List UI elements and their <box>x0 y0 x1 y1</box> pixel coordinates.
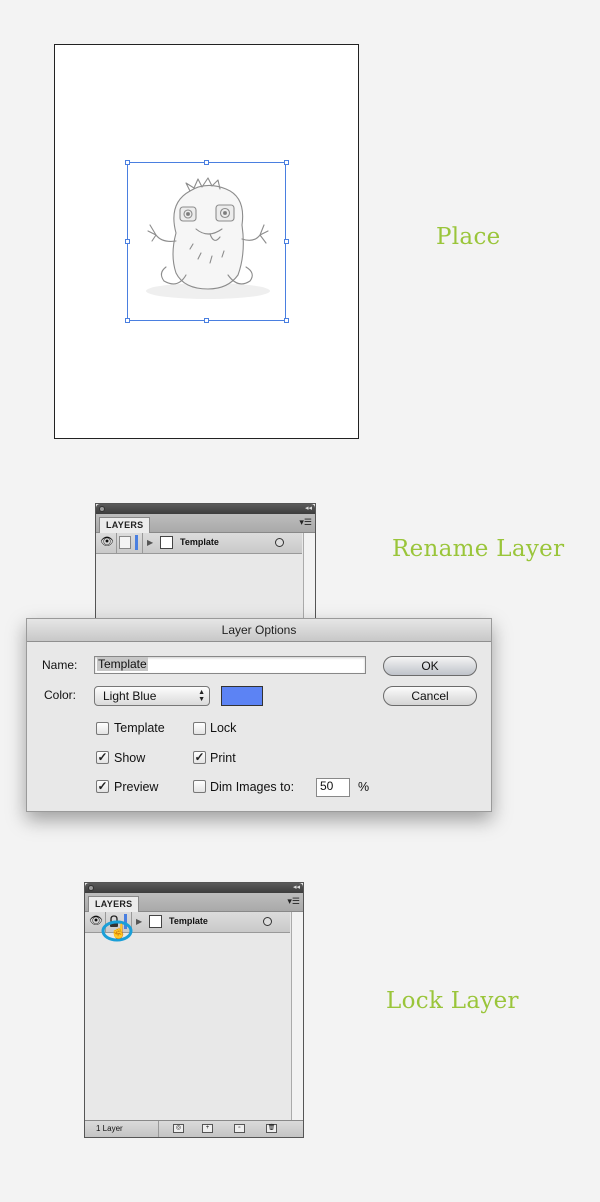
target-circle-icon[interactable] <box>275 538 284 547</box>
resize-handle-ml[interactable] <box>125 239 130 244</box>
resize-handle-br[interactable] <box>284 318 289 323</box>
print-checkbox[interactable]: ✓ <box>193 751 206 764</box>
dim-unit-label: % <box>358 780 370 794</box>
step-label-place: Place <box>436 224 501 250</box>
step-label-rename: Rename Layer <box>392 536 565 562</box>
visibility-eye-icon[interactable]: 👁 <box>100 535 114 550</box>
resize-handle-bl[interactable] <box>125 318 130 323</box>
trash-icon[interactable]: 🗑 <box>266 1124 277 1133</box>
monster-sketch <box>146 177 270 299</box>
layer-thumbnail <box>149 915 162 928</box>
select-arrows-icon: ▲ ▼ <box>198 689 205 703</box>
preview-checkbox-label: Preview <box>114 780 159 794</box>
tab-layers[interactable]: LAYERS <box>88 896 140 912</box>
show-checkbox[interactable]: ✓ <box>96 751 109 764</box>
divider <box>116 533 117 553</box>
layer-count: 1 Layer <box>96 1124 123 1133</box>
color-select[interactable]: Light Blue ▲ ▼ <box>94 686 210 706</box>
panel-footer: 1 Layer ◎ + ▫ 🗑 <box>85 1120 303 1137</box>
print-checkbox-label: Print <box>210 751 236 765</box>
panel-close-icon[interactable] <box>99 506 105 512</box>
panel-tabbar: LAYERS ▾☰ <box>96 514 315 533</box>
dialog-title: Layer Options <box>27 619 491 642</box>
resize-handle-tm[interactable] <box>204 160 209 165</box>
color-select-value: Light Blue <box>103 689 157 703</box>
resize-handle-tl[interactable] <box>125 160 130 165</box>
scrollbar[interactable] <box>303 533 315 627</box>
panel-menu-icon[interactable]: ▾☰ <box>287 896 300 907</box>
template-checkbox[interactable] <box>96 722 109 735</box>
panel-titlebar[interactable]: ◂◂ <box>96 504 315 514</box>
panel-collapse-icon[interactable]: ◂◂ <box>305 504 312 514</box>
scrollbar[interactable] <box>291 912 303 1121</box>
show-checkbox-label: Show <box>114 751 146 765</box>
tab-layers[interactable]: LAYERS <box>99 517 151 533</box>
panel-menu-icon[interactable]: ▾☰ <box>299 517 312 528</box>
placed-image-selection[interactable] <box>127 162 286 321</box>
new-layer-icon[interactable]: ▫ <box>234 1124 245 1133</box>
target-circle-icon[interactable] <box>263 917 272 926</box>
panel-tabbar: LAYERS ▾☰ <box>85 893 303 912</box>
panel-titlebar[interactable]: ◂◂ <box>85 883 303 893</box>
panel-collapse-icon[interactable]: ◂◂ <box>293 883 300 893</box>
layer-options-dialog: Layer Options Name: Template OK Cancel C… <box>26 618 492 812</box>
color-label: Color: <box>44 688 77 702</box>
lock-checkbox-label: Lock <box>210 721 237 735</box>
expand-triangle-icon[interactable]: ▶ <box>147 535 153 550</box>
make-clipping-mask-icon[interactable]: ◎ <box>173 1124 184 1133</box>
name-field[interactable]: Template <box>94 656 366 674</box>
layer-name[interactable]: Template <box>180 535 219 550</box>
layers-panel-rename: ◂◂ LAYERS ▾☰ 👁 ▶ Template <box>95 503 316 628</box>
hand-cursor-icon: ☝ <box>110 923 128 939</box>
lock-toggle-empty[interactable] <box>119 536 131 549</box>
resize-handle-tr[interactable] <box>284 160 289 165</box>
dim-images-checkbox[interactable] <box>193 780 206 793</box>
lock-checkbox[interactable] <box>193 722 206 735</box>
resize-handle-bm[interactable] <box>204 318 209 323</box>
create-sublayer-icon[interactable]: + <box>202 1124 213 1133</box>
divider <box>158 1121 159 1137</box>
step-label-lock: Lock Layer <box>386 988 519 1014</box>
panel-close-icon[interactable] <box>88 885 94 891</box>
dim-images-field[interactable]: 50 <box>316 778 350 797</box>
name-field-value: Template <box>97 657 148 671</box>
dim-images-label: Dim Images to: <box>210 780 295 794</box>
ok-button[interactable]: OK <box>383 656 477 676</box>
layer-color-tag <box>135 535 138 550</box>
layer-thumbnail <box>160 536 173 549</box>
cancel-button[interactable]: Cancel <box>383 686 477 706</box>
layer-row-template[interactable]: 👁 ▶ Template <box>96 533 302 554</box>
divider <box>142 533 143 553</box>
layer-name[interactable]: Template <box>169 914 208 929</box>
name-label: Name: <box>42 658 78 672</box>
resize-handle-mr[interactable] <box>284 239 289 244</box>
template-checkbox-label: Template <box>114 721 165 735</box>
color-swatch[interactable] <box>221 686 263 706</box>
preview-checkbox[interactable]: ✓ <box>96 780 109 793</box>
